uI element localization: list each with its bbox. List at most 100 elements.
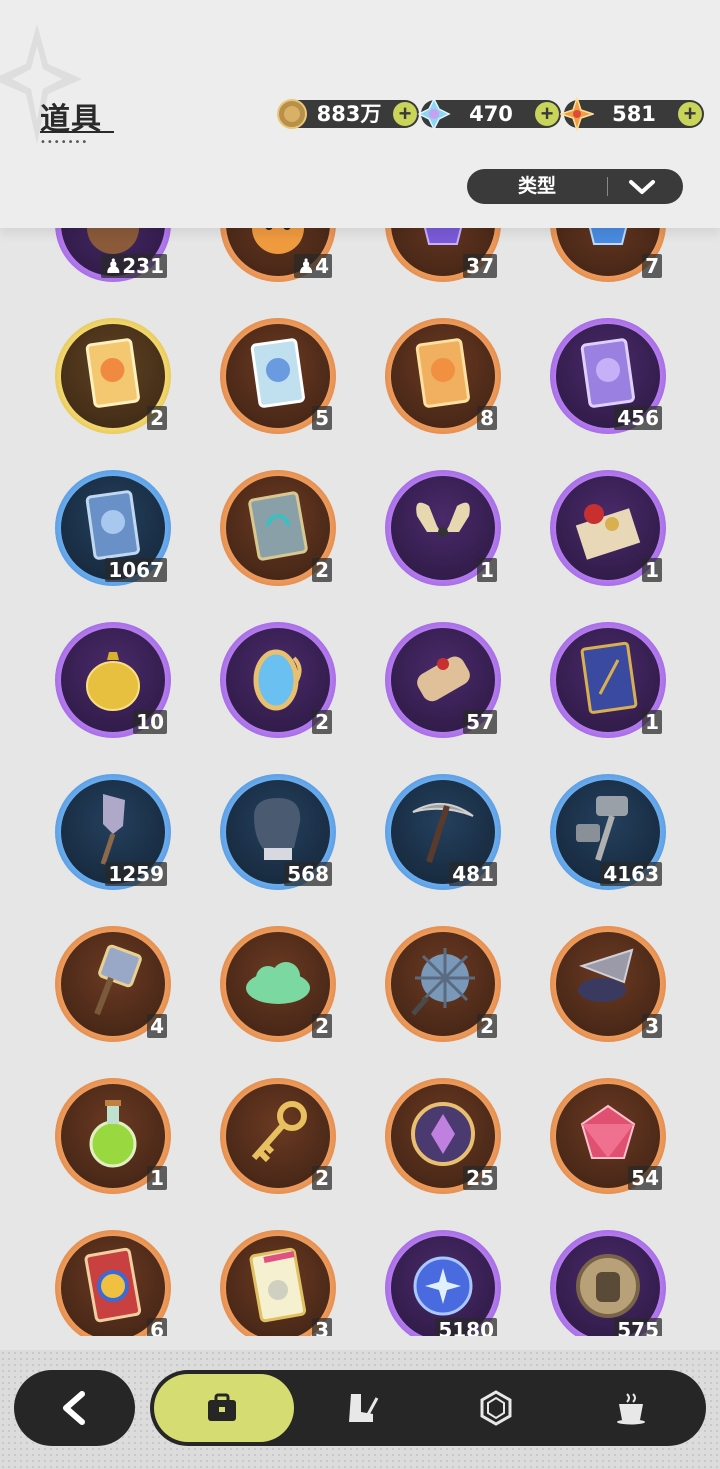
item-count: 1 [147, 1166, 167, 1190]
emblem-icon [411, 1102, 475, 1166]
back-button[interactable] [14, 1370, 135, 1446]
purple-card-icon [580, 338, 635, 408]
key-icon [251, 1101, 307, 1163]
item-count: 2 [477, 1014, 497, 1038]
inventory-item[interactable]: 456 [550, 318, 666, 434]
add-star-gem-button[interactable]: + [678, 102, 702, 126]
inventory-item[interactable]: 2 [55, 318, 171, 434]
gold-card-icon [85, 338, 140, 408]
inventory-item[interactable]: 1067 [55, 470, 171, 586]
hexagon-gem-icon [480, 1390, 512, 1426]
item-count: 54 [628, 1166, 662, 1190]
gold-pouch-icon [86, 652, 140, 711]
item-count: 1 [477, 558, 497, 582]
inventory-item[interactable]: 5 [220, 318, 336, 434]
inventory-item[interactable]: 6 [55, 1230, 171, 1336]
horn-crown-icon [416, 502, 470, 537]
item-count: 1 [642, 558, 662, 582]
item-count: 5180 [435, 1318, 497, 1336]
inventory-item[interactable]: 2 [220, 622, 336, 738]
title-underline [40, 131, 114, 133]
item-count: 25 [463, 1166, 497, 1190]
item-count: 10 [133, 710, 167, 734]
item-count: 1067 [105, 558, 167, 582]
inventory-item[interactable]: 2 [385, 926, 501, 1042]
inventory-item[interactable]: 2 [220, 926, 336, 1042]
type-filter-dropdown[interactable]: 类型 [467, 169, 683, 204]
blue-tome-icon [580, 641, 638, 714]
item-count: 1259 [105, 862, 167, 886]
chevron-left-icon [63, 1391, 85, 1425]
item-count: 2 [312, 710, 332, 734]
item-count: 575 [614, 1318, 662, 1336]
currency-star-gem: 581 + [560, 97, 704, 131]
rainbow-ticket-icon [249, 1247, 307, 1323]
item-count: 8 [477, 406, 497, 430]
title-dots: ••••••• [40, 137, 89, 148]
inventory-item[interactable]: 1 [55, 1078, 171, 1194]
item-count: 5 [312, 406, 332, 430]
pickaxe-icon [412, 802, 474, 863]
blue-card-icon [85, 490, 140, 560]
inventory-item[interactable]: 57 [385, 622, 501, 738]
add-crystal-button[interactable]: + [535, 102, 559, 126]
mallet-icon [94, 944, 142, 1016]
crystal-icon [417, 97, 451, 131]
add-gold-button[interactable]: + [393, 102, 417, 126]
wheel-ticket-icon [84, 1247, 142, 1323]
item-count: 568 [284, 862, 332, 886]
inventory-item[interactable]: 575 [550, 1230, 666, 1336]
item-count: 2 [312, 1166, 332, 1190]
rainbow-card-icon [250, 338, 305, 408]
item-count: 4163 [600, 862, 662, 886]
currency-gold-value: 883万 [316, 102, 382, 126]
item-count: 1 [642, 710, 662, 734]
currency-gold: 883万 + [277, 99, 419, 129]
inventory-item[interactable]: 5180 [385, 1230, 501, 1336]
inventory-item[interactable]: 1259 [55, 774, 171, 890]
inventory-item[interactable]: 1 [385, 470, 501, 586]
inventory-item[interactable]: 8 [385, 318, 501, 434]
tab-equipment[interactable] [305, 1370, 415, 1446]
tab-items[interactable] [154, 1374, 294, 1442]
inventory-item[interactable]: 3 [220, 1230, 336, 1336]
header: 道具 ••••••• 883万 + 470 + 581 + 类型 [0, 0, 720, 228]
item-count: 3 [642, 1014, 662, 1038]
inventory-item[interactable]: 1 [550, 470, 666, 586]
item-count: 456 [614, 406, 662, 430]
chevron-down-icon [629, 180, 655, 194]
item-count: 481 [449, 862, 497, 886]
inventory-item[interactable]: 3 [550, 926, 666, 1042]
item-count: 2 [147, 406, 167, 430]
gold-coin-icon [277, 99, 307, 129]
item-count: ♟4 [294, 254, 332, 278]
coffee-cup-icon [617, 1393, 645, 1425]
tab-bar [150, 1370, 706, 1446]
drill-icon [578, 948, 634, 1002]
tab-gems[interactable] [440, 1370, 550, 1446]
inventory-item[interactable]: 25 [385, 1078, 501, 1194]
item-count: 37 [463, 254, 497, 278]
tab-food[interactable] [575, 1370, 685, 1446]
inventory-item[interactable]: 1 [550, 622, 666, 738]
inventory-item[interactable]: 4 [55, 926, 171, 1042]
inventory-item[interactable]: 2 [220, 1078, 336, 1194]
inventory-item[interactable]: 54 [550, 1078, 666, 1194]
item-count: 7 [642, 254, 662, 278]
star-gem-icon [560, 97, 594, 131]
potion-icon [89, 1100, 137, 1168]
currency-star-gem-value: 581 [612, 102, 656, 126]
green-cloud-icon [246, 962, 310, 1004]
inventory-item[interactable]: 4163 [550, 774, 666, 890]
currency-crystal: 470 + [417, 97, 561, 131]
gift-box-icon [575, 504, 641, 560]
briefcase-icon [208, 1393, 236, 1421]
item-count: 2 [312, 558, 332, 582]
inventory-item[interactable]: 2 [220, 470, 336, 586]
orange-card-icon [415, 338, 470, 408]
inventory-item[interactable]: 568 [220, 774, 336, 890]
inventory-item[interactable]: 481 [385, 774, 501, 890]
boot-sword-icon [349, 1394, 379, 1422]
hammers-icon [576, 796, 628, 861]
inventory-item[interactable]: 10 [55, 622, 171, 738]
